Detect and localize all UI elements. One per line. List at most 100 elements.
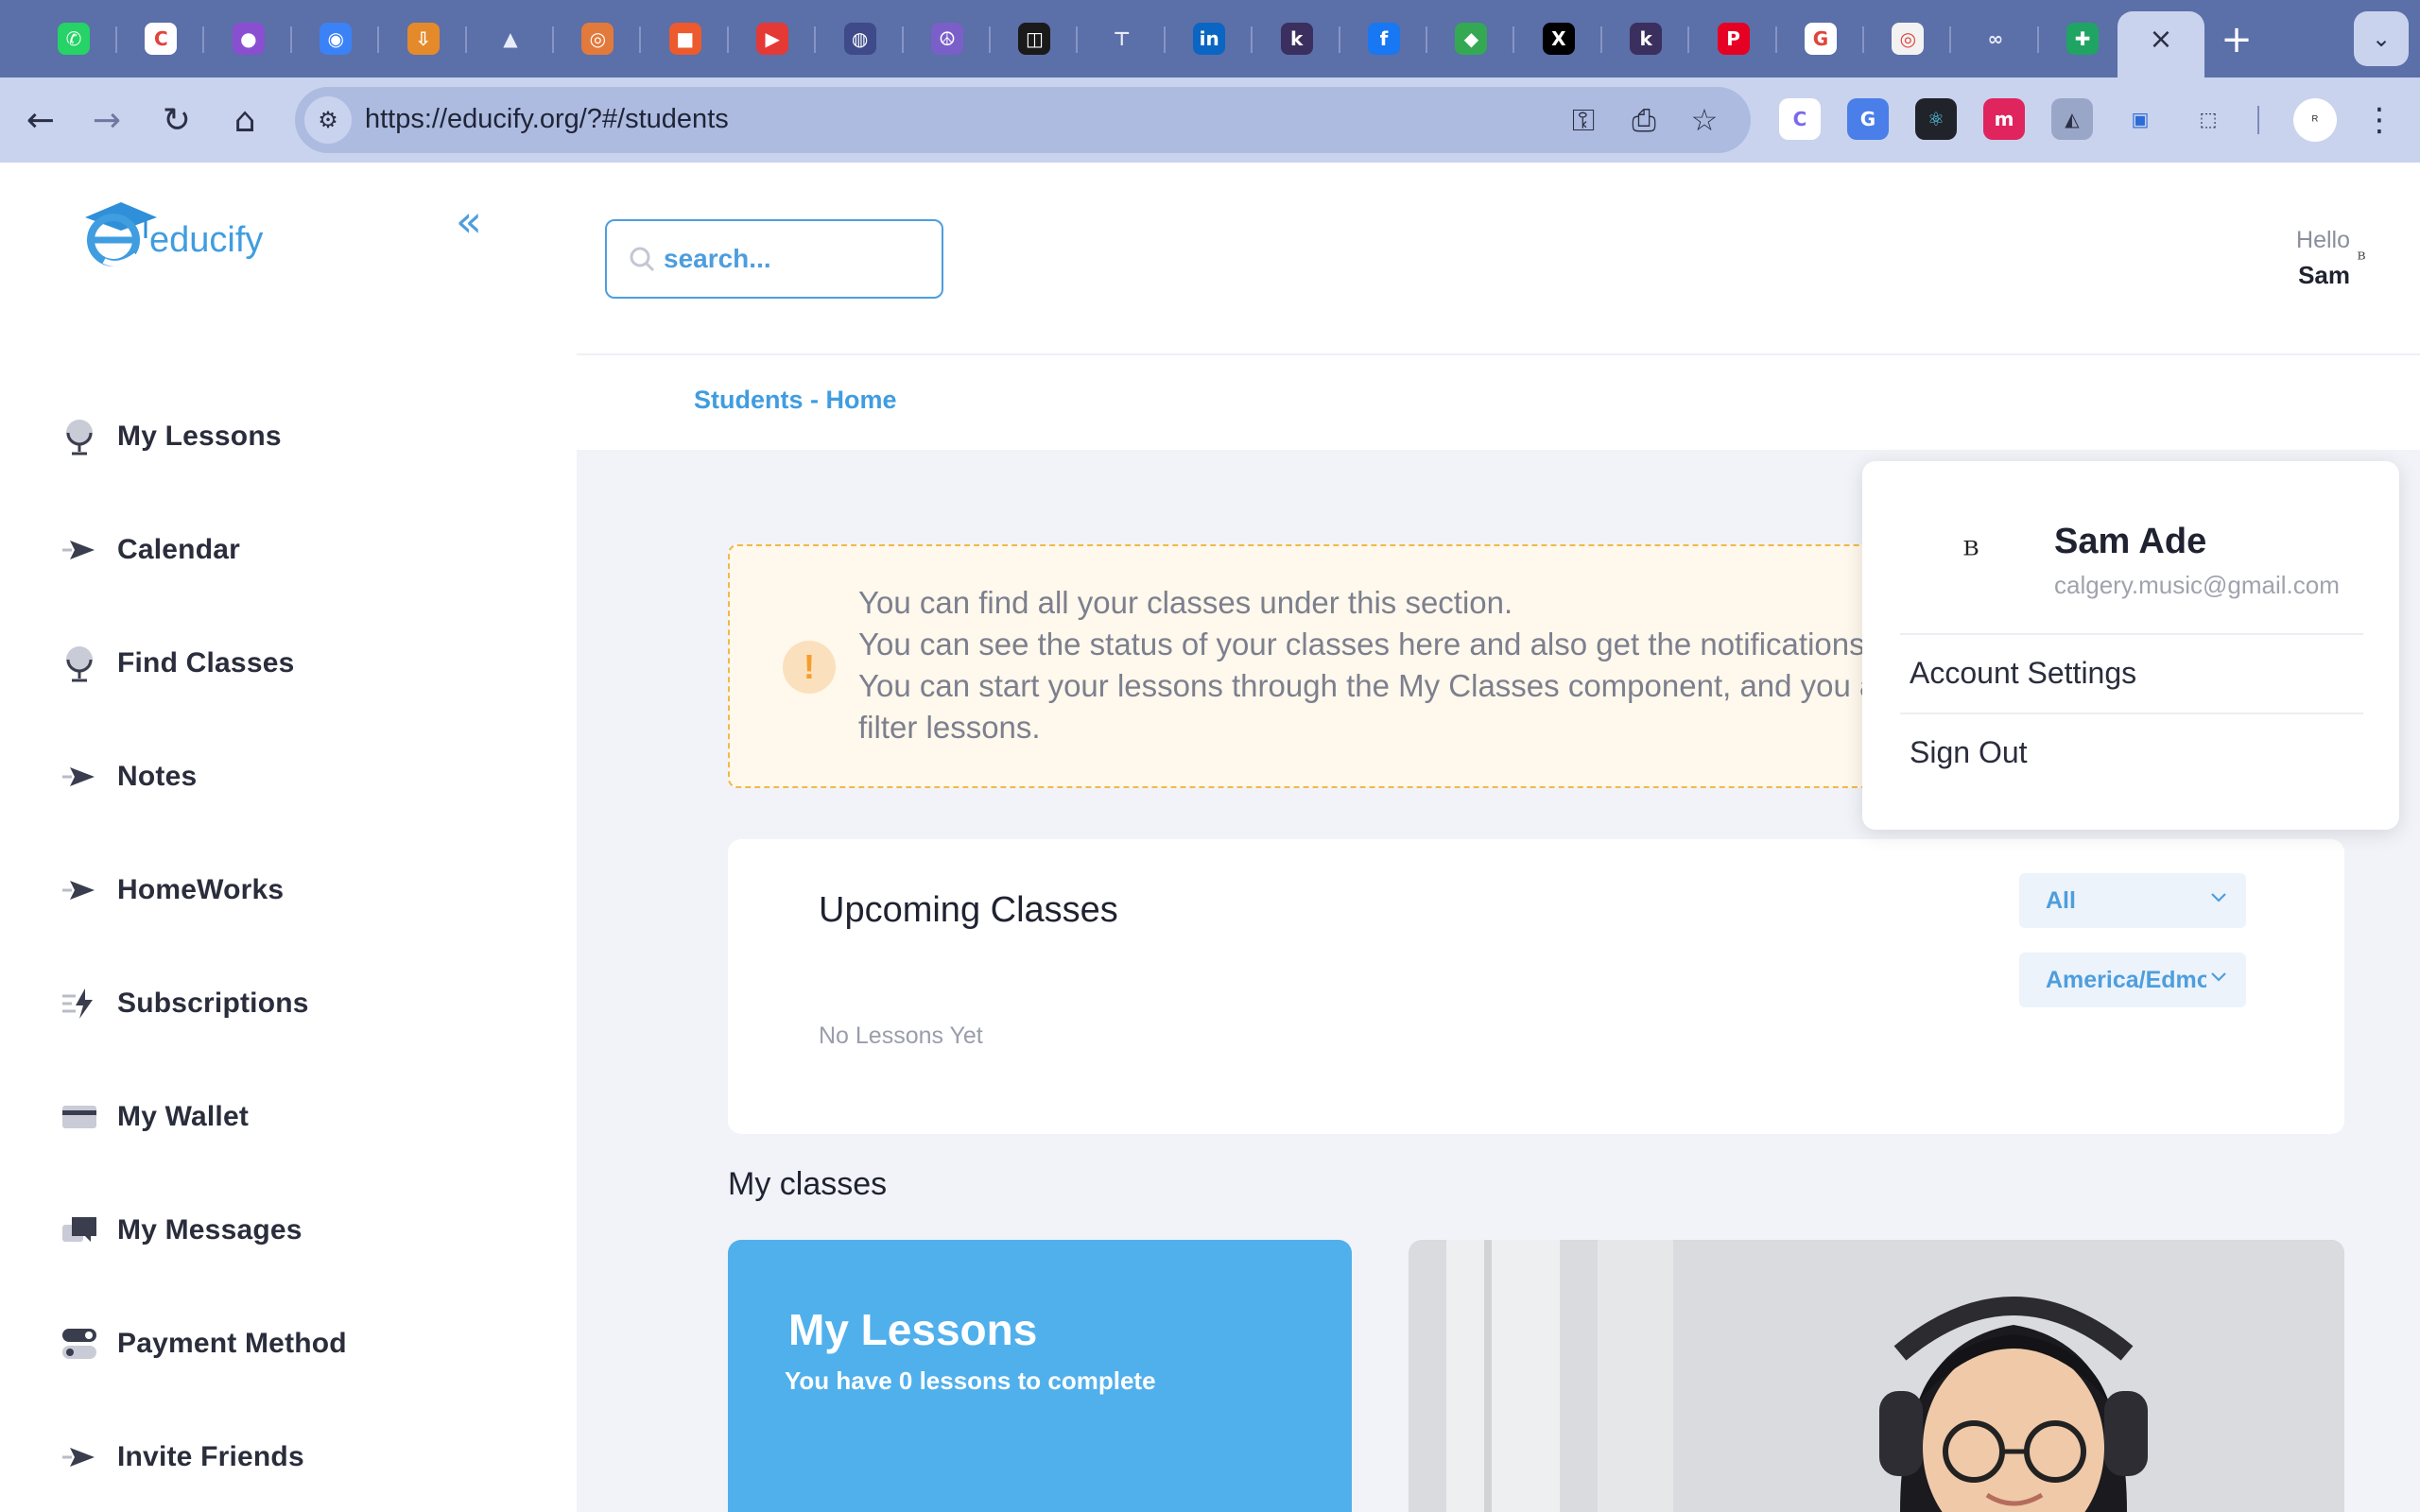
meta-icon: ∞ (1979, 23, 2012, 55)
browser-tab[interactable]: ☮ (904, 11, 991, 66)
browser-tab[interactable]: ■ (642, 11, 729, 66)
sidebar-item-payment-method[interactable]: Payment Method (55, 1311, 527, 1377)
dropdown-avatar: ᴮ (1962, 534, 1979, 576)
sign-out-link[interactable]: Sign Out (1910, 735, 2028, 770)
browser-tab[interactable]: X (1515, 11, 1602, 66)
status-filter-value: All (2046, 886, 2076, 914)
my-lessons-card[interactable]: My Lessons You have 0 lessons to complet… (728, 1240, 1352, 1512)
search-input[interactable] (662, 243, 926, 275)
profile-avatar-button[interactable]: ᴿ (2293, 98, 2337, 142)
k-app-icon: k (1280, 23, 1313, 55)
browser-tab[interactable]: in (1166, 11, 1253, 66)
back-icon[interactable]: ← (15, 94, 66, 146)
tab-search-button[interactable]: ⌄ (2354, 11, 2409, 66)
browser-tab[interactable]: ▲ (467, 11, 554, 66)
arrow-send-icon (55, 866, 104, 915)
sidebar-item-my-lessons[interactable]: My Lessons (55, 404, 527, 470)
react-ext-icon[interactable]: ⚛ (1915, 98, 1957, 140)
browser-tab[interactable]: ◎ (1864, 11, 1952, 66)
notion-icon: ⊤ (1105, 23, 1138, 55)
browser-tab[interactable]: ◎ (554, 11, 642, 66)
browser-tab[interactable]: ▶ (729, 11, 817, 66)
frame-icon: ◫ (1018, 23, 1051, 55)
browser-tab[interactable]: C (117, 11, 205, 66)
browser-tab[interactable]: ∞ (1952, 11, 2039, 66)
breadcrumb[interactable]: Students - Home (694, 386, 897, 415)
home-icon[interactable]: ⌂ (219, 94, 270, 146)
translate-ext-icon[interactable]: G (1847, 98, 1889, 140)
key-icon[interactable]: ⚿ (1562, 98, 1605, 142)
user-first-name: Sam (2298, 261, 2350, 289)
forward-icon[interactable]: → (81, 94, 132, 146)
timezone-select[interactable]: America/Edmonton (2019, 953, 2246, 1007)
sidebar-item-label: Notes (117, 761, 198, 792)
browser-tab[interactable]: P (1690, 11, 1777, 66)
new-tab-button[interactable]: + (2210, 13, 2263, 66)
lesson-icon (55, 639, 104, 688)
sidebar-item-find-classes[interactable]: Find Classes (55, 630, 527, 696)
screen-ext-icon[interactable]: ▣ (2119, 98, 2161, 140)
browser-tab[interactable]: ⊤ (1079, 11, 1166, 66)
sidebar-item-label: Payment Method (117, 1328, 347, 1359)
maps-icon: ◆ (1455, 23, 1488, 55)
toolbar-divider (2257, 106, 2259, 134)
sidebar-item-notes[interactable]: Notes (55, 744, 527, 810)
empty-state-text: No Lessons Yet (819, 1022, 983, 1049)
search-box[interactable] (605, 219, 943, 299)
sidebar-item-subscriptions[interactable]: Subscriptions (55, 971, 527, 1037)
url-text[interactable]: https://educify.org/?#/students (365, 104, 729, 135)
browser-tab[interactable]: ◆ (1427, 11, 1515, 66)
browser-tab[interactable]: ● (205, 11, 292, 66)
whatsapp-icon: ✆ (58, 23, 90, 55)
collapse-sidebar-icon[interactable]: « (448, 196, 490, 247)
search-icon (630, 247, 655, 272)
sidebar-item-my-messages[interactable]: My Messages (55, 1197, 527, 1263)
address-bar[interactable]: ⚙ https://educify.org/?#/students ⚿ ⎙ ☆ (295, 87, 1751, 153)
web-page: educify « My Lessons Calendar Find Classes… (0, 163, 2420, 1512)
close-tab-icon[interactable]: × (2149, 23, 2172, 56)
browser-menu-icon[interactable]: ⋮ (2358, 98, 2401, 142)
my-lessons-card-subtitle: You have 0 lessons to complete (785, 1366, 1156, 1395)
card-icon (55, 1092, 104, 1142)
account-settings-link[interactable]: Account Settings (1910, 656, 2136, 691)
browser-tab[interactable]: ◍ (817, 11, 904, 66)
browser-tab[interactable]: ⇩ (380, 11, 467, 66)
dropdown-divider (1900, 713, 2363, 714)
browser-tab[interactable]: ◫ (991, 11, 1079, 66)
sidebar-item-invite-friends[interactable]: Invite Friends (55, 1424, 527, 1490)
youtube-icon: ▶ (756, 23, 789, 55)
bookmark-star-icon[interactable]: ☆ (1683, 98, 1726, 142)
browser-tab[interactable]: k (1602, 11, 1690, 66)
peace-icon: ☮ (931, 23, 963, 55)
active-tab[interactable]: × (2118, 11, 2204, 77)
browser-tab[interactable]: ✆ (30, 11, 117, 66)
messages-icon (55, 1206, 104, 1255)
browser-tab[interactable]: G (1777, 11, 1864, 66)
upcoming-classes-title: Upcoming Classes (819, 890, 1118, 930)
timezone-value: America/Edmonton (2046, 966, 2206, 993)
dropdown-divider (1900, 633, 2363, 635)
my-lessons-card-title: My Lessons (788, 1305, 1038, 1354)
sidebar-item-homeworks[interactable]: HomeWorks (55, 857, 527, 923)
user-avatar[interactable]: ᴮ (2344, 242, 2378, 276)
reload-icon[interactable]: ↻ (151, 94, 202, 146)
sidebar-item-label: My Lessons (117, 421, 282, 452)
puzzle-ext-icon[interactable]: ⬚ (2187, 98, 2229, 140)
google-icon: G (1805, 23, 1837, 55)
sidebar-item-my-wallet[interactable]: My Wallet (55, 1084, 527, 1150)
browser-tab[interactable]: ◉ (292, 11, 380, 66)
clickup-ext-icon[interactable]: C (1779, 98, 1821, 140)
status-filter-select[interactable]: All (2019, 873, 2246, 928)
browser-tab[interactable]: ✚ (2039, 11, 2127, 66)
educify-logo[interactable]: educify (76, 189, 284, 268)
chevron-down-icon (2211, 893, 2226, 902)
drive-ext-icon[interactable]: ◭ (2051, 98, 2093, 140)
browser-tab[interactable]: k (1253, 11, 1340, 66)
sidebar: educify « My Lessons Calendar Find Classes… (0, 163, 577, 1512)
install-app-icon[interactable]: ⎙ (1622, 98, 1666, 142)
student-photo (1409, 1240, 2344, 1512)
site-info-icon[interactable]: ⚙ (304, 96, 352, 144)
browser-tab[interactable]: f (1340, 11, 1427, 66)
m-ext-icon[interactable]: m (1983, 98, 2025, 140)
sidebar-item-calendar[interactable]: Calendar (55, 517, 527, 583)
